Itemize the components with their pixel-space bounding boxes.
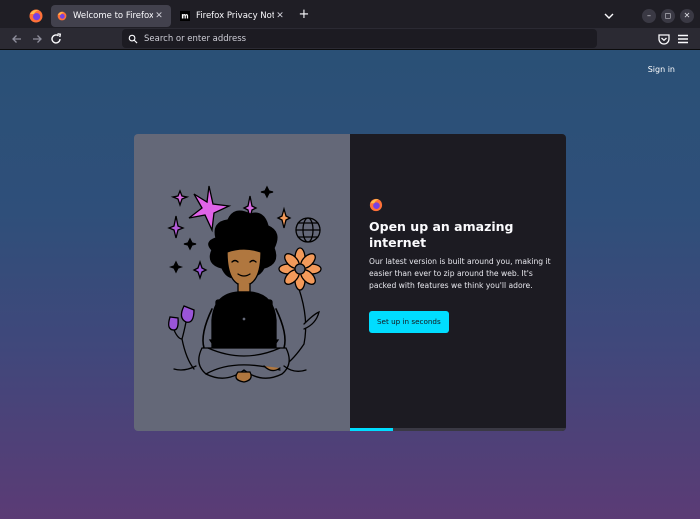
firefox-favicon-icon [57, 11, 67, 21]
firefox-view-icon[interactable] [28, 8, 44, 24]
tab-privacy-notice[interactable]: Firefox Privacy Notice — ✕ [174, 5, 292, 27]
welcome-panel: Open up an amazing internet Our latest v… [350, 134, 566, 431]
close-window-button[interactable]: ✕ [680, 9, 694, 23]
address-bar[interactable] [122, 29, 597, 48]
step-progress-bar [350, 428, 566, 431]
tab-strip: Welcome to Firefox ✕ Firefox Privacy Not… [0, 0, 700, 31]
page-content: Sign in Open up an amazing internet Our … [0, 50, 700, 519]
search-icon [128, 34, 138, 43]
nav-bar [0, 28, 700, 50]
tab-welcome[interactable]: Welcome to Firefox ✕ [51, 5, 171, 27]
new-tab-button[interactable]: + [296, 7, 312, 23]
mozilla-favicon-icon [180, 11, 190, 21]
pocket-icon[interactable] [656, 31, 672, 47]
firefox-logo-icon [369, 198, 383, 212]
chevron-down-icon[interactable] [601, 8, 617, 24]
onboarding-card: Open up an amazing internet Our latest v… [134, 134, 566, 431]
person-with-laptop-illustration [167, 185, 322, 383]
page-description: Our latest version is built around you, … [369, 257, 551, 290]
close-tab-icon[interactable]: ✕ [274, 11, 286, 21]
back-arrow-icon[interactable] [9, 31, 25, 47]
illustration-panel [134, 134, 350, 431]
reload-icon[interactable] [48, 31, 64, 47]
close-tab-icon[interactable]: ✕ [153, 11, 165, 21]
minimize-button[interactable]: – [642, 9, 656, 23]
hamburger-menu-icon[interactable] [675, 31, 691, 47]
search-input[interactable] [144, 33, 584, 44]
maximize-button[interactable]: ◻ [661, 9, 675, 23]
sign-in-link[interactable]: Sign in [648, 65, 675, 74]
tab-title: Welcome to Firefox [73, 11, 153, 21]
page-title: Open up an amazing internet [369, 219, 514, 250]
tab-title: Firefox Privacy Notice — [196, 11, 274, 21]
set-up-button[interactable]: Set up in seconds [369, 311, 449, 333]
forward-arrow-icon[interactable] [29, 31, 45, 47]
step-progress-fill [350, 428, 394, 431]
